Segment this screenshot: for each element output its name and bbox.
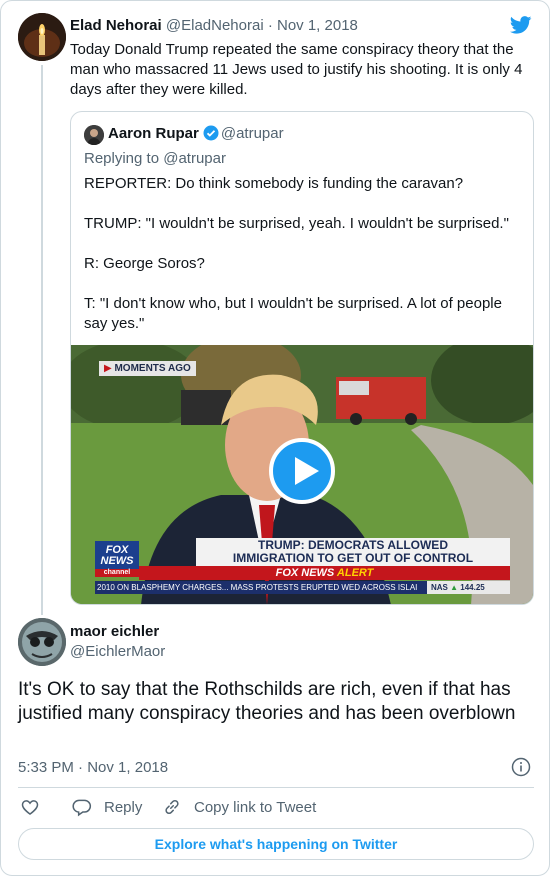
- stock-index-readout: NAS ▲ 144.25: [427, 581, 510, 594]
- news-headline-banner: TRUMP: DEMOCRATS ALLOWED IMMIGRATION TO …: [196, 538, 510, 566]
- replying-to-line: Replying to @atrupar: [84, 150, 226, 167]
- quoted-tweet-header: Aaron Rupar @atrupar: [108, 125, 284, 142]
- fox-news-alert-bar: FOX NEWS ALERT: [139, 566, 510, 580]
- verified-badge-icon: [203, 125, 219, 141]
- parent-author-handle[interactable]: @EladNehorai: [166, 17, 264, 34]
- quoted-line: T: "I don't know who, but I wouldn't be …: [84, 295, 502, 332]
- quoted-author-name: Aaron Rupar: [108, 125, 199, 142]
- heart-icon: [21, 800, 39, 816]
- copy-link-icon: [165, 799, 179, 815]
- quoted-tweet-text: REPORTER: Do think somebody is funding t…: [84, 174, 524, 334]
- info-icon[interactable]: [511, 757, 531, 777]
- tweet-embed-card: Elad Nehorai @EladNehorai · Nov 1, 2018 …: [0, 0, 550, 876]
- fox-news-logo: FOX NEWS channel: [95, 541, 139, 577]
- moments-ago-badge: ▶ MOMENTS AGO: [99, 361, 196, 376]
- quoted-author-avatar: [84, 125, 104, 145]
- replying-to-prefix: Replying to: [84, 150, 160, 167]
- reply-icon: [72, 799, 92, 817]
- header-separator: ·: [267, 17, 273, 34]
- reply-button[interactable]: Reply: [72, 797, 142, 817]
- reply-author-name[interactable]: maor eichler: [70, 623, 159, 640]
- parent-tweet-date[interactable]: Nov 1, 2018: [277, 17, 358, 34]
- like-button[interactable]: [20, 797, 52, 817]
- reply-author-avatar[interactable]: [18, 618, 66, 666]
- reply-author-handle[interactable]: @EichlerMaor: [70, 643, 165, 660]
- parent-tweet-text: Today Donald Trump repeated the same con…: [70, 41, 523, 98]
- replying-to-handle: @atrupar: [163, 150, 226, 167]
- parent-tweet-header: Elad Nehorai @EladNehorai · Nov 1, 2018: [70, 17, 358, 34]
- quoted-line: REPORTER: Do think somebody is funding t…: [84, 175, 464, 192]
- quoted-author-handle: @atrupar: [220, 125, 284, 142]
- quoted-line: TRUMP: "I wouldn't be surprised, yeah. I…: [84, 215, 509, 232]
- quoted-tweet[interactable]: Aaron Rupar @atrupar Replying to @atrupar…: [70, 111, 534, 605]
- explore-twitter-button[interactable]: Explore what's happening on Twitter: [18, 828, 534, 860]
- thread-connector-line: [41, 65, 43, 615]
- divider: [18, 787, 534, 788]
- reply-tweet-text: It's OK to say that the Rothschilds are …: [18, 679, 516, 724]
- copy-link-label: Copy link to Tweet: [194, 798, 317, 816]
- parent-author-avatar[interactable]: [18, 13, 66, 61]
- news-ticker: 2010 ON BLASPHEMY CHARGES... MASS PROTES…: [95, 581, 427, 594]
- reply-label: Reply: [104, 798, 143, 816]
- copy-link-button[interactable]: Copy link to Tweet: [162, 797, 316, 817]
- tweet-timestamp[interactable]: 5:33 PM · Nov 1, 2018: [18, 759, 168, 776]
- parent-author-name[interactable]: Elad Nehorai: [70, 17, 162, 34]
- twitter-bird-icon[interactable]: [510, 16, 532, 34]
- quoted-line: R: George Soros?: [84, 255, 205, 272]
- play-icon[interactable]: [269, 438, 335, 504]
- video-player[interactable]: ▶ MOMENTS AGO FOX NEWS channel TRUMP: DE…: [71, 345, 533, 604]
